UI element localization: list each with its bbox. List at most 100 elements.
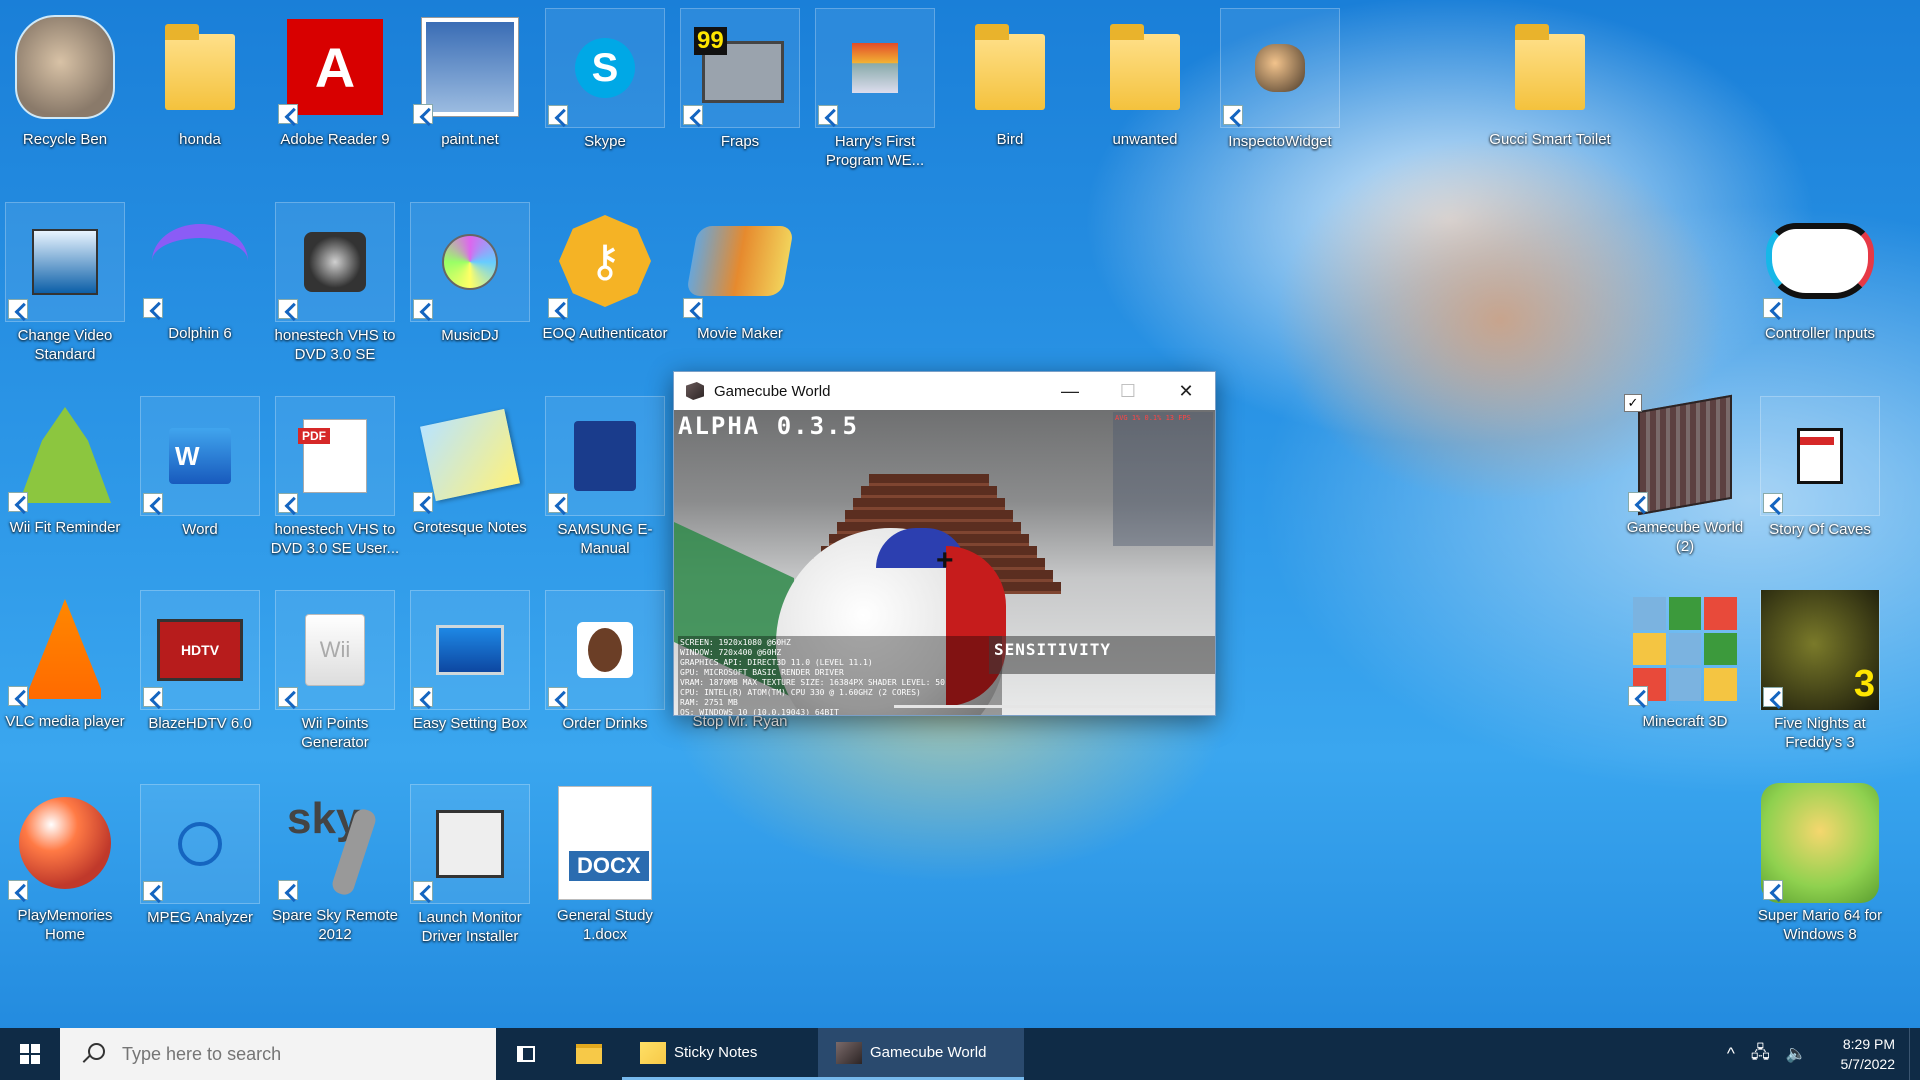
desktop-icon[interactable]: MusicDJ — [410, 202, 530, 392]
folder-icon — [141, 8, 259, 126]
start-button[interactable] — [0, 1028, 60, 1080]
desktop-icon[interactable]: Minecraft 3D — [1625, 590, 1745, 780]
minimize-button[interactable]: — — [1041, 372, 1099, 410]
desktop-icon[interactable]: Order Drinks — [545, 590, 665, 780]
desktop-icon[interactable]: VLC media player — [5, 590, 125, 780]
desktop-icon-label: MPEG Analyzer — [147, 909, 253, 926]
wii-icon: Wii — [275, 590, 395, 710]
desktop-icon-label: Minecraft 3D — [1642, 713, 1728, 730]
desktop-icon[interactable]: Grotesque Notes — [410, 396, 530, 586]
game-viewport[interactable]: + ALPHA 0.3.5 AVG 1% 0.1% 13 FPS SCREEN:… — [674, 410, 1215, 715]
desktop-icon[interactable]: PlayMemories Home — [5, 784, 125, 974]
desktop-icon-label: Wii Points Generator — [301, 715, 369, 751]
fraps-icon: 99 — [680, 8, 800, 128]
playmemories-icon — [6, 784, 124, 902]
taskbar: Sticky Notes Gamecube World ^ 🖧 🔈 8:29 P… — [0, 1028, 1920, 1080]
minecraft-icon — [1626, 590, 1744, 708]
desktop-icon[interactable]: paint.net — [410, 8, 530, 198]
close-button[interactable]: ✕ — [1157, 372, 1215, 410]
desktop-icon[interactable]: ✓ Gamecube World (2) — [1624, 394, 1745, 586]
desktop-icon-label: paint.net — [441, 131, 499, 148]
desktop-icon[interactable]: Controller Inputs — [1760, 202, 1880, 392]
desktop-icon[interactable]: ⚷ EOQ Authenticator — [542, 202, 668, 392]
desktop-icon[interactable]: Wii Wii Points Generator — [275, 590, 395, 780]
desktop-icon[interactable]: 3 Five Nights at Freddy's 3 — [1760, 590, 1880, 780]
desktop-icon-label: Gucci Smart Toilet — [1489, 131, 1611, 148]
search-input[interactable] — [120, 1042, 484, 1066]
task-view-button[interactable] — [496, 1028, 556, 1080]
shortcut-arrow-icon — [143, 493, 163, 513]
shortcut-arrow-icon — [1628, 686, 1648, 706]
desktop-icon[interactable]: MPEG Analyzer — [140, 784, 260, 974]
shortcut-arrow-icon — [278, 493, 298, 513]
shortcut-arrow-icon — [1628, 492, 1648, 512]
debug-stat-line: SCREEN: 1920x1080 @60HZ — [680, 638, 791, 647]
shortcut-arrow-icon — [278, 880, 298, 900]
desktop-icon[interactable]: PDF honestech VHS to DVD 3.0 SE User... — [271, 396, 399, 586]
show-desktop-button[interactable] — [1909, 1028, 1920, 1080]
desktop-icon[interactable]: Recycle Ben — [5, 8, 125, 198]
musicdj-icon — [410, 202, 530, 322]
desktop-icon[interactable]: DOCX General Study 1.docx — [545, 784, 665, 974]
network-icon[interactable]: 🖧 — [1751, 1040, 1770, 1069]
desktop-icon[interactable]: Super Mario 64 for Windows 8 — [1758, 783, 1882, 974]
desktop-icon[interactable]: honestech VHS to DVD 3.0 SE — [275, 202, 395, 392]
desktop-icon[interactable]: Change Video Standard — [5, 202, 125, 392]
desktop-icon-label: BlazeHDTV 6.0 — [148, 715, 252, 732]
samsung-manual-icon — [545, 396, 665, 516]
sensitivity-slider[interactable] — [894, 705, 1214, 708]
desktop-icon[interactable]: Bird — [950, 8, 1070, 198]
window-title: Gamecube World — [714, 382, 831, 400]
desktop-icon[interactable]: unwanted — [1085, 8, 1205, 198]
desktop-icon[interactable]: HDTV BlazeHDTV 6.0 — [140, 590, 260, 780]
desktop-icon[interactable]: SAMSUNG E-Manual — [545, 396, 665, 586]
volume-icon[interactable]: 🔈 — [1786, 1044, 1807, 1064]
desktop-icon[interactable]: Gucci Smart Toilet — [1489, 8, 1611, 198]
desktop-icon[interactable]: 99 Fraps — [680, 8, 800, 198]
mario64-icon — [1761, 783, 1879, 903]
window-titlebar[interactable]: Gamecube World — ☐ ✕ — [674, 372, 1215, 410]
desktop-icon[interactable]: Harry's First Program WE... — [815, 8, 935, 198]
desktop-icon[interactable]: W Word — [140, 396, 260, 586]
gamecube-world-window[interactable]: Gamecube World — ☐ ✕ + ALPHA 0.3.5 AVG 1… — [673, 371, 1216, 716]
desktop-icon[interactable]: sky Spare Sky Remote 2012 — [272, 784, 398, 974]
desktop-icon-label: Change Video Standard — [17, 327, 113, 363]
taskbar-sticky-notes[interactable]: Sticky Notes — [622, 1028, 818, 1080]
docx-file-icon: DOCX — [546, 784, 664, 902]
taskbar-app-label: Gamecube World — [870, 1044, 987, 1061]
shortcut-arrow-icon — [8, 299, 28, 319]
fps-panel: AVG 1% 0.1% 13 FPS — [1113, 412, 1213, 546]
desktop-icon[interactable]: Easy Setting Box — [410, 590, 530, 780]
task-view-icon — [517, 1046, 535, 1062]
taskbar-gamecube-world[interactable]: Gamecube World — [818, 1028, 1024, 1080]
shortcut-arrow-icon — [278, 687, 298, 707]
desktop-icon-label: Adobe Reader 9 — [280, 131, 390, 148]
desktop-icon-label: Movie Maker — [697, 325, 783, 342]
desktop-icon[interactable]: A Adobe Reader 9 — [275, 8, 395, 198]
shortcut-arrow-icon — [683, 105, 703, 125]
desktop-icon[interactable]: Dolphin 6 — [140, 202, 260, 392]
taskbar-search[interactable] — [60, 1028, 496, 1080]
desktop-icon[interactable]: Launch Monitor Driver Installer — [410, 784, 530, 974]
file-explorer-button[interactable] — [556, 1028, 622, 1080]
desktop-icon[interactable]: honda — [140, 8, 260, 198]
desktop-icon[interactable]: InspectoWidget — [1220, 8, 1340, 198]
clock-time: 8:29 PM — [1842, 1036, 1895, 1052]
desktop-icon[interactable]: S Skype — [545, 8, 665, 198]
desktop-icon[interactable]: Story Of Caves — [1760, 396, 1880, 586]
show-hidden-icons-icon[interactable]: ^ — [1727, 1044, 1735, 1064]
clock[interactable]: 8:29 PM 5/7/2022 — [1825, 1034, 1896, 1074]
maximize-button[interactable]: ☐ — [1099, 372, 1157, 410]
game-version-label: ALPHA 0.3.5 — [678, 412, 859, 440]
harrys-program-icon — [815, 8, 935, 128]
shortcut-arrow-icon — [278, 299, 298, 319]
shortcut-arrow-icon — [548, 298, 568, 318]
selection-checkbox[interactable]: ✓ — [1624, 394, 1642, 412]
debug-stat-line: GPU: MICROSOFT BASIC RENDER DRIVER — [680, 668, 844, 677]
desktop-icon-label: Skype — [584, 133, 626, 150]
crosshair-icon: + — [936, 544, 954, 577]
debug-stat-line: WINDOW: 720x400 @60HZ — [680, 648, 782, 657]
desktop-icon[interactable]: Wii Fit Reminder — [5, 396, 125, 586]
desktop-icon[interactable]: Movie Maker — [680, 202, 800, 392]
shortcut-arrow-icon — [1763, 880, 1783, 900]
